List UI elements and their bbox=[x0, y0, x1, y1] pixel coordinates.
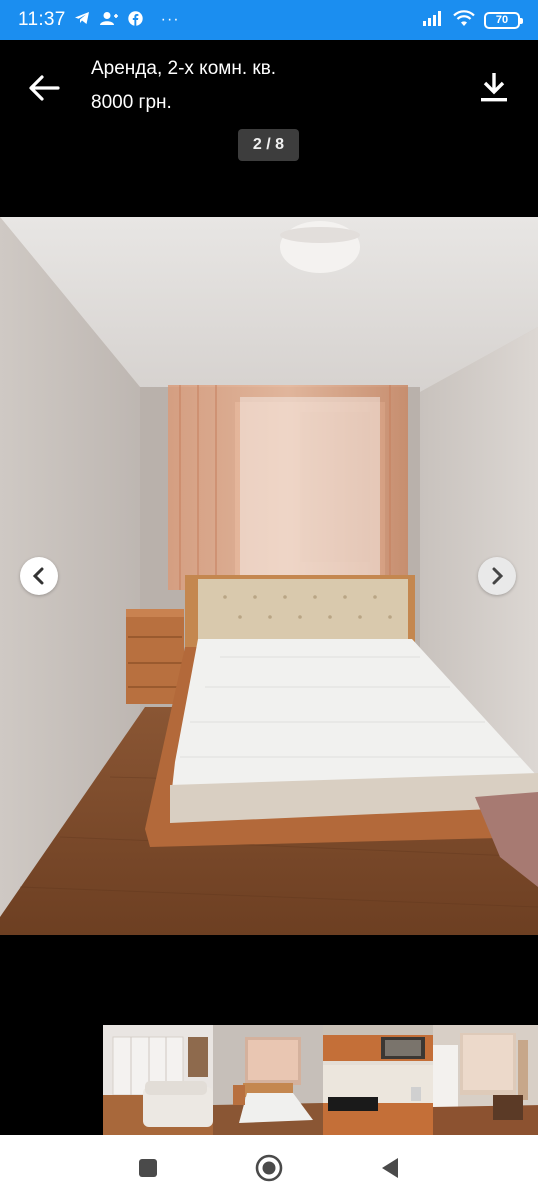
status-time: 11:37 bbox=[18, 9, 66, 30]
wifi-icon bbox=[452, 9, 476, 32]
system-back-button[interactable] bbox=[375, 1153, 405, 1183]
battery-level: 70 bbox=[495, 14, 509, 26]
battery-icon: 70 bbox=[484, 11, 523, 29]
previous-photo-button[interactable] bbox=[20, 557, 58, 595]
telegram-icon bbox=[74, 11, 90, 29]
square-icon bbox=[139, 1159, 157, 1177]
home-circle-icon bbox=[255, 1154, 283, 1182]
chevron-right-icon bbox=[492, 567, 504, 585]
system-navigation-bar bbox=[0, 1135, 538, 1200]
photo-counter: 2 / 8 bbox=[238, 129, 299, 161]
kitchen-thumbnail[interactable] bbox=[323, 1025, 433, 1135]
facebook-icon bbox=[127, 10, 143, 30]
download-icon bbox=[481, 73, 507, 102]
header: Аренда, 2-х комн. кв. 8000 грн. 2 / 8 bbox=[0, 40, 538, 170]
living-room-thumbnail[interactable] bbox=[103, 1025, 213, 1135]
next-photo-button[interactable] bbox=[478, 557, 516, 595]
triangle-back-icon bbox=[382, 1158, 398, 1178]
thumbnail-strip bbox=[103, 1025, 538, 1135]
balcony-room-thumbnail[interactable] bbox=[433, 1025, 538, 1135]
download-button[interactable] bbox=[476, 67, 512, 107]
notification-icons: ··· bbox=[74, 10, 180, 30]
back-button[interactable] bbox=[24, 68, 64, 108]
more-dots-icon: ··· bbox=[160, 11, 180, 28]
listing-price: 8000 грн. bbox=[91, 92, 172, 113]
home-button[interactable] bbox=[254, 1153, 284, 1183]
bedroom-photo[interactable] bbox=[0, 217, 538, 935]
recent-apps-button[interactable] bbox=[133, 1153, 163, 1183]
status-right: 70 bbox=[422, 9, 523, 32]
chevron-left-icon bbox=[32, 567, 44, 585]
bedroom-thumbnail[interactable] bbox=[213, 1025, 323, 1135]
signal-icon bbox=[422, 10, 444, 31]
status-bar: 11:37 ··· 70 bbox=[0, 0, 538, 40]
back-arrow-icon bbox=[29, 75, 60, 101]
contact-add-icon bbox=[99, 11, 118, 30]
listing-title: Аренда, 2-х комн. кв. bbox=[91, 58, 277, 79]
